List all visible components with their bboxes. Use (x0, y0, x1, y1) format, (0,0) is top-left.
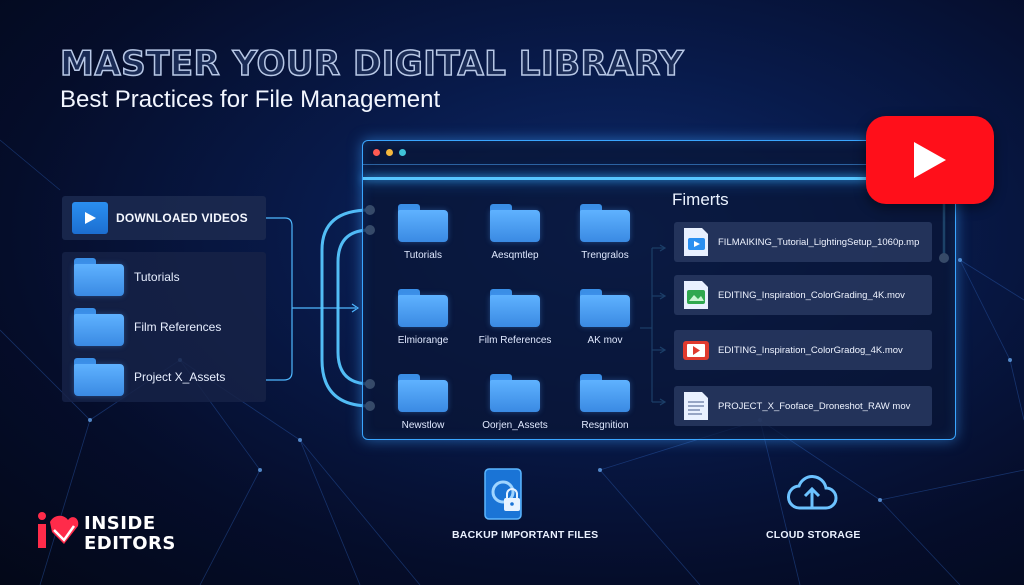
folder-icon (490, 374, 540, 412)
folder-label: AK mov (587, 335, 623, 346)
folder-tile[interactable]: Trengralos (560, 204, 650, 261)
files-panel-title: Fimerts (672, 190, 729, 209)
play-file-icon (682, 335, 710, 365)
brand-logo-icon (34, 510, 80, 555)
backup-label: BACKUP IMPORTANT FILES (452, 529, 599, 541)
folder-tile[interactable]: Aesqmtlep (470, 204, 560, 261)
file-name: EDITING_Inspiration_ColorGrading_4K.mov (718, 289, 905, 301)
cloud-upload-icon (786, 474, 838, 521)
file-name: PROJECT_X_Fooface_Droneshot_RAW mov (718, 400, 911, 412)
brand-name: INSIDE EDITORS (84, 514, 176, 554)
file-row[interactable]: EDITING_Inspiration_ColorGrading_4K.mov (674, 275, 932, 315)
folder-icon (580, 289, 630, 327)
folder-icon (580, 204, 630, 242)
folder-tile[interactable]: Newstlow (378, 374, 468, 431)
file-row[interactable]: FILMAIKING_Tutorial_LightingSetup_1060p.… (674, 222, 932, 262)
folder-label: Newstlow (401, 420, 445, 431)
folder-label: Film References (478, 335, 552, 346)
backup-drive-icon (484, 468, 524, 527)
folder-label: Tutorials (404, 250, 442, 261)
brand-line-1: INSIDE (84, 513, 156, 534)
folder-icon (580, 374, 630, 412)
brand-line-2: EDITORS (84, 533, 176, 554)
folder-tile[interactable]: Oorjen_Assets (470, 374, 560, 431)
close-dot-icon[interactable] (373, 149, 380, 156)
file-name: EDITING_Inspiration_ColorGradog_4K.mov (718, 344, 903, 356)
folder-label: Elmiorange (397, 335, 449, 346)
minimize-dot-icon[interactable] (386, 149, 393, 156)
video-file-icon (682, 227, 710, 257)
folder-icon (398, 289, 448, 327)
image-file-icon (682, 280, 710, 310)
folder-icon (490, 204, 540, 242)
folder-tile[interactable]: Film References (470, 289, 560, 346)
folder-label: Trengralos (581, 250, 629, 261)
folder-tile[interactable]: Resgnition (560, 374, 650, 431)
cloud-storage-label: CLOUD STORAGE (766, 529, 861, 541)
folder-label: Oorjen_Assets (482, 420, 548, 431)
file-row[interactable]: PROJECT_X_Fooface_Droneshot_RAW mov (674, 386, 932, 426)
document-file-icon (682, 391, 710, 421)
folder-label: Aesqmtlep (491, 250, 539, 261)
youtube-logo-icon[interactable] (866, 116, 994, 204)
folder-icon (398, 204, 448, 242)
folder-tile[interactable]: Elmiorange (378, 289, 468, 346)
folder-label: Resgnition (581, 420, 629, 431)
folder-icon (398, 374, 448, 412)
maximize-dot-icon[interactable] (399, 149, 406, 156)
folder-tile[interactable]: AK mov (560, 289, 650, 346)
folder-tile[interactable]: Tutorials (378, 204, 468, 261)
folder-icon (490, 289, 540, 327)
file-row[interactable]: EDITING_Inspiration_ColorGradog_4K.mov (674, 330, 932, 370)
file-name: FILMAIKING_Tutorial_LightingSetup_1060p.… (718, 236, 920, 248)
